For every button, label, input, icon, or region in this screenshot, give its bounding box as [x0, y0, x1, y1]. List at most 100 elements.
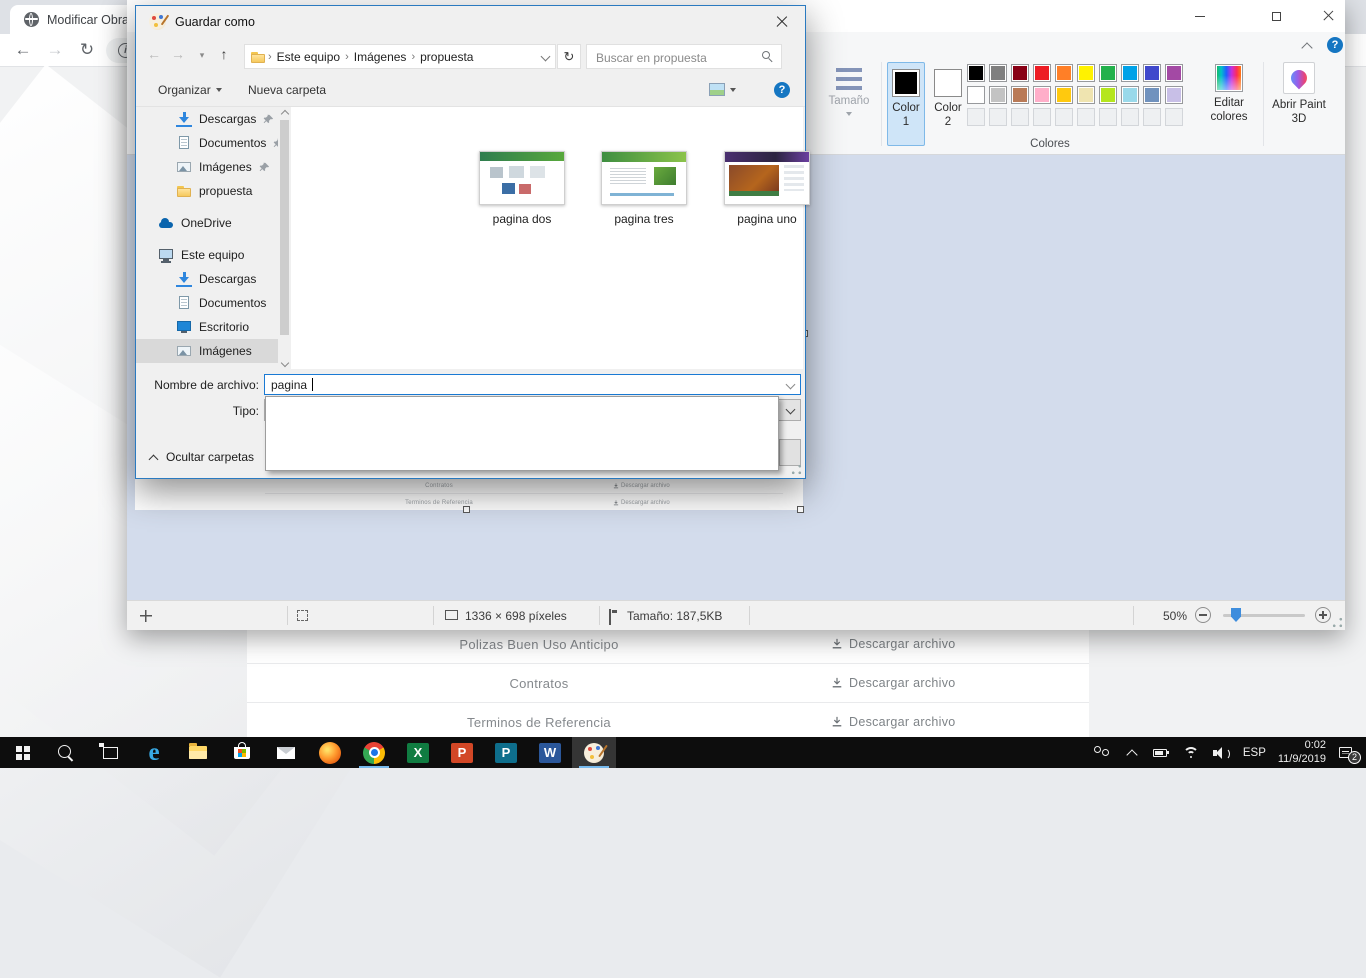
back-icon[interactable]: ← [144, 46, 164, 62]
scroll-up-icon[interactable] [281, 108, 288, 115]
palette-color-swatch[interactable] [1099, 64, 1117, 82]
download-link[interactable]: Descargar archivo [831, 676, 1089, 690]
refresh-icon[interactable]: ↻ [557, 44, 581, 69]
breadcrumb-item-imagenes[interactable]: Imágenes [351, 50, 410, 64]
palette-color-swatch[interactable] [1011, 86, 1029, 104]
clock[interactable]: 0:02 11/9/2019 [1278, 739, 1326, 765]
taskbar-excel-button[interactable] [396, 737, 440, 768]
filename-input[interactable]: pagina [264, 374, 801, 395]
palette-empty-slot[interactable] [1033, 108, 1051, 126]
open-paint3d-button[interactable]: Abrir Paint 3D [1269, 62, 1329, 127]
battery-icon[interactable] [1153, 745, 1171, 761]
taskbar-word-button[interactable] [528, 737, 572, 768]
taskbar-start-button[interactable] [0, 737, 44, 768]
paint-help-icon[interactable] [1327, 37, 1343, 53]
palette-empty-slot[interactable] [967, 108, 985, 126]
sidebar-item-imagenes[interactable]: Imágenes [136, 339, 278, 363]
sidebar-item-descargas[interactable]: Descargas [136, 267, 278, 291]
color1-button[interactable]: Color 1 [887, 62, 925, 146]
taskbar-mail-button[interactable] [264, 737, 308, 768]
taskbar-powerpoint-button[interactable] [440, 737, 484, 768]
palette-color-swatch[interactable] [967, 64, 985, 82]
palette-color-swatch[interactable] [1121, 64, 1139, 82]
file-item-pagina-tres[interactable]: pagina tres [596, 151, 692, 226]
view-mode-button[interactable] [709, 83, 736, 96]
browser-reload-icon[interactable]: ↻ [76, 40, 98, 60]
palette-color-swatch[interactable] [1143, 86, 1161, 104]
show-hidden-icons-icon[interactable] [1123, 745, 1141, 761]
filename-dropdown-icon[interactable] [786, 381, 795, 390]
wifi-icon[interactable] [1183, 745, 1201, 761]
nav-scrollbar[interactable] [278, 107, 291, 369]
browser-back-icon[interactable]: ← [12, 40, 34, 60]
volume-icon[interactable] [1213, 745, 1231, 761]
up-icon[interactable]: ↑ [214, 46, 234, 62]
palette-color-swatch[interactable] [1055, 86, 1073, 104]
palette-empty-slot[interactable] [1165, 108, 1183, 126]
forward-icon[interactable]: → [168, 46, 188, 62]
palette-empty-slot[interactable] [1099, 108, 1117, 126]
scrollbar-thumb[interactable] [280, 120, 289, 335]
address-dropdown-icon[interactable] [541, 53, 549, 61]
palette-empty-slot[interactable] [989, 108, 1007, 126]
breadcrumb-item-este-equipo[interactable]: Este equipo [274, 50, 343, 64]
filename-autocomplete-dropdown[interactable] [265, 396, 779, 471]
sidebar-item-imagenes[interactable]: Imágenes [136, 155, 278, 179]
palette-empty-slot[interactable] [1055, 108, 1073, 126]
sidebar-item-propuesta[interactable]: propuesta [136, 179, 278, 203]
palette-color-swatch[interactable] [1077, 64, 1095, 82]
file-item-pagina-uno[interactable]: pagina uno [719, 151, 815, 226]
palette-color-swatch[interactable] [1165, 86, 1183, 104]
palette-empty-slot[interactable] [1011, 108, 1029, 126]
sidebar-item-este-equipo[interactable]: Este equipo [136, 243, 278, 267]
palette-color-swatch[interactable] [1099, 86, 1117, 104]
recent-locations-icon[interactable]: ▾ [192, 50, 212, 61]
taskbar-edge-button[interactable] [132, 737, 176, 768]
taskbar-file-explorer-button[interactable] [176, 737, 220, 768]
hide-folders-button[interactable]: Ocultar carpetas [149, 450, 254, 464]
palette-color-swatch[interactable] [1077, 86, 1095, 104]
palette-color-swatch[interactable] [989, 86, 1007, 104]
color2-button[interactable]: Color 2 [929, 62, 967, 146]
taskbar-store-button[interactable] [220, 737, 264, 768]
breadcrumb-item-propuesta[interactable]: propuesta [417, 50, 476, 64]
resize-grip[interactable] [1332, 617, 1343, 628]
taskbar-publisher-button[interactable] [484, 737, 528, 768]
maximize-icon[interactable] [1259, 4, 1293, 28]
zoom-slider[interactable] [1223, 614, 1305, 617]
new-folder-button[interactable]: Nueva carpeta [248, 83, 326, 97]
sidebar-item-documentos[interactable]: Documentos [136, 291, 278, 315]
people-icon[interactable] [1093, 745, 1111, 761]
zoom-in-button[interactable] [1315, 607, 1331, 623]
close-icon[interactable] [1311, 4, 1345, 28]
file-item-pagina-dos[interactable]: pagina dos [474, 151, 570, 226]
palette-color-swatch[interactable] [967, 86, 985, 104]
language-indicator[interactable]: ESP [1243, 747, 1266, 759]
palette-color-swatch[interactable] [1033, 86, 1051, 104]
palette-empty-slot[interactable] [1143, 108, 1161, 126]
palette-empty-slot[interactable] [1077, 108, 1095, 126]
download-link[interactable]: Descargar archivo [831, 637, 1089, 651]
minimize-icon[interactable] [1183, 4, 1217, 28]
dialog-resize-grip[interactable] [791, 464, 802, 475]
palette-color-swatch[interactable] [1011, 64, 1029, 82]
collapse-ribbon-icon[interactable] [1303, 41, 1311, 49]
zoom-slider-handle[interactable] [1231, 608, 1241, 622]
edit-colors-button[interactable]: Editar colores [1200, 62, 1258, 125]
selection-handle[interactable] [463, 506, 470, 513]
search-input[interactable] [594, 47, 758, 68]
taskbar-firefox-button[interactable] [308, 737, 352, 768]
download-link[interactable]: Descargar archivo [831, 715, 1089, 729]
palette-empty-slot[interactable] [1121, 108, 1139, 126]
scroll-down-icon[interactable] [281, 360, 288, 367]
browser-forward-icon[interactable]: → [44, 40, 66, 60]
taskbar-task-view-button[interactable] [88, 737, 132, 768]
sidebar-item-onedrive[interactable]: OneDrive [136, 211, 278, 235]
palette-color-swatch[interactable] [989, 64, 1007, 82]
save-button[interactable] [779, 439, 801, 466]
sidebar-item-descargas[interactable]: Descargas [136, 107, 278, 131]
selection-handle[interactable] [797, 506, 804, 513]
organize-button[interactable]: Organizar [158, 83, 222, 97]
taskbar-chrome-button[interactable] [352, 737, 396, 768]
sidebar-item-escritorio[interactable]: Escritorio [136, 315, 278, 339]
